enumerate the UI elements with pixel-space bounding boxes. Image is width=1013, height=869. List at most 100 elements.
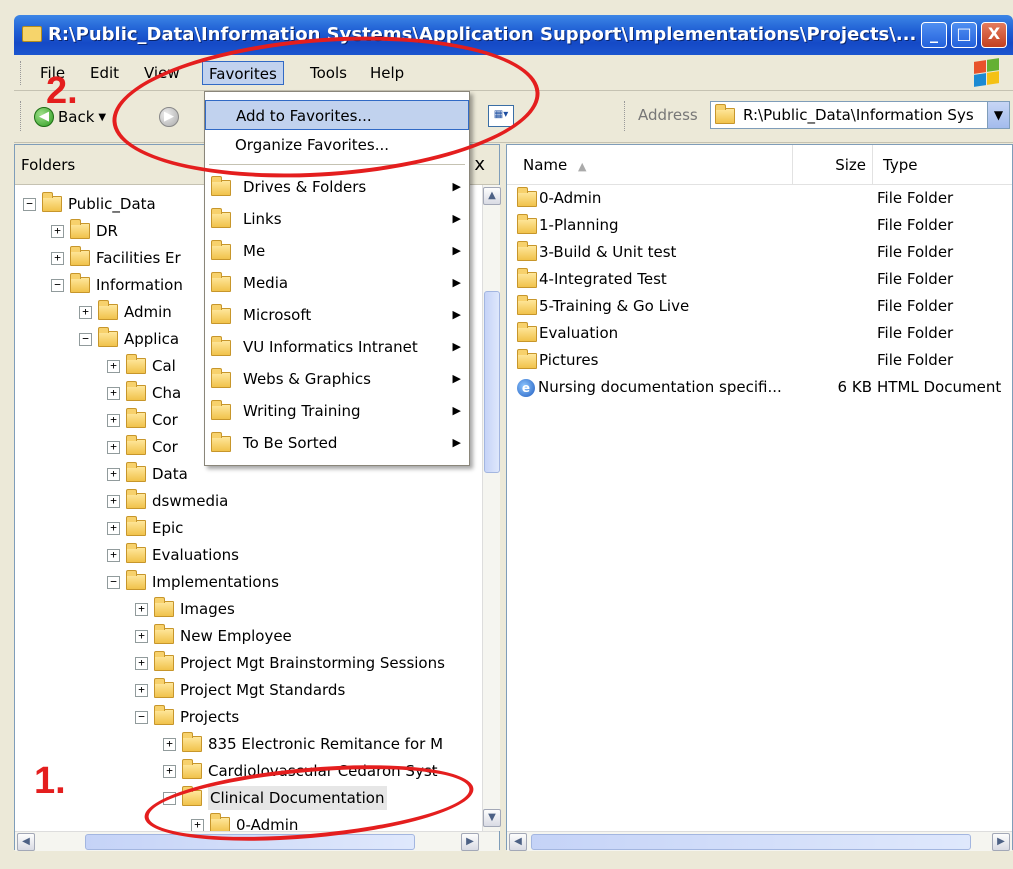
favorites-folder-item[interactable]: Media ▶ (205, 268, 469, 298)
expand-icon[interactable]: + (163, 764, 176, 778)
expand-icon[interactable]: + (79, 305, 92, 319)
minimize-button[interactable]: _ (921, 22, 947, 48)
folder-icon (211, 368, 231, 388)
tree-item[interactable]: + Evaluations (107, 542, 239, 568)
tree-item-label: New Employee (180, 627, 292, 645)
expand-icon[interactable]: + (135, 629, 148, 643)
file-row[interactable]: e Nursing documentation specifi... 6 KB HTM… (507, 374, 1012, 401)
folders-close-button[interactable]: x (474, 145, 485, 185)
expand-icon[interactable]: + (163, 737, 176, 751)
close-button[interactable]: X (981, 22, 1007, 48)
favorites-folder-item[interactable]: Links ▶ (205, 204, 469, 234)
tree-item[interactable]: − Applica (79, 326, 179, 352)
folder-icon (154, 705, 174, 725)
tree-item[interactable]: − Projects (135, 704, 239, 730)
file-row[interactable]: 3-Build & Unit test File Folder (507, 239, 1012, 266)
maximize-button[interactable]: □ (951, 22, 977, 48)
favorites-folder-item[interactable]: Drives & Folders ▶ (205, 172, 469, 202)
tree-item[interactable]: − Implementations (107, 569, 279, 595)
submenu-arrow-icon: ▶ (452, 212, 461, 225)
scroll-thumb[interactable] (484, 291, 500, 473)
menu-edit[interactable]: Edit (84, 61, 125, 85)
hscroll-thumb[interactable] (531, 834, 971, 850)
expand-icon[interactable]: + (107, 386, 120, 400)
tree-item[interactable]: + Images (135, 596, 235, 622)
expand-icon[interactable]: + (135, 656, 148, 670)
folder-icon (154, 678, 174, 698)
tree-item[interactable]: + DR (51, 218, 118, 244)
file-row[interactable]: 1-Planning File Folder (507, 212, 1012, 239)
folder-icon (211, 336, 231, 356)
file-row[interactable]: 5-Training & Go Live File Folder (507, 293, 1012, 320)
column-type[interactable]: Type (873, 145, 1012, 185)
folder-icon (70, 219, 90, 239)
tree-item[interactable]: + Cal (107, 353, 176, 379)
file-row[interactable]: 0-Admin File Folder (507, 185, 1012, 212)
back-dropdown-icon[interactable]: ▼ (98, 112, 106, 123)
tree-item[interactable]: + New Employee (135, 623, 292, 649)
tree-item[interactable]: − Information (51, 272, 183, 298)
file-row[interactable]: 4-Integrated Test File Folder (507, 266, 1012, 293)
expand-icon[interactable]: + (107, 521, 120, 535)
ie-icon: e (517, 378, 535, 397)
tree-item[interactable]: − Public_Data (23, 191, 156, 217)
folder-icon (98, 327, 118, 347)
scroll-up-button[interactable]: ▲ (483, 187, 501, 205)
tree-item[interactable]: + Cha (107, 380, 181, 406)
file-row[interactable]: Pictures File Folder (507, 347, 1012, 374)
folder-icon (126, 435, 146, 455)
scroll-right-button[interactable]: ▶ (461, 833, 479, 851)
submenu-arrow-icon: ▶ (452, 180, 461, 193)
collapse-icon[interactable]: − (135, 710, 148, 724)
tree-item[interactable]: + Epic (107, 515, 183, 541)
folder-icon (211, 432, 231, 452)
column-name[interactable]: Name ▲ (507, 145, 793, 185)
collapse-icon[interactable]: − (23, 197, 36, 211)
tree-item[interactable]: + Cor (107, 434, 178, 460)
scroll-left-button[interactable]: ◀ (509, 833, 527, 851)
collapse-icon[interactable]: − (79, 332, 92, 346)
expand-icon[interactable]: + (107, 440, 120, 454)
tree-item[interactable]: + dswmedia (107, 488, 228, 514)
file-type: File Folder (877, 243, 954, 261)
tree-item-label: Cor (152, 438, 178, 456)
folder-icon (517, 321, 537, 342)
files-horizontal-scrollbar[interactable]: ◀ ▶ (507, 831, 1012, 851)
collapse-icon[interactable]: − (107, 575, 120, 589)
favorites-folder-item[interactable]: Writing Training ▶ (205, 396, 469, 426)
expand-icon[interactable]: + (135, 683, 148, 697)
expand-icon[interactable]: + (107, 548, 120, 562)
expand-icon[interactable]: + (51, 224, 64, 238)
favorites-folder-item[interactable]: Microsoft ▶ (205, 300, 469, 330)
favorites-folder-item[interactable]: Me ▶ (205, 236, 469, 266)
expand-icon[interactable]: + (107, 494, 120, 508)
file-type: File Folder (877, 297, 954, 315)
favorites-folder-item[interactable]: To Be Sorted ▶ (205, 428, 469, 458)
tree-item-label: Evaluations (152, 546, 239, 564)
folders-vertical-scrollbar[interactable]: ▲ ▼ (482, 185, 501, 831)
expand-icon[interactable]: + (51, 251, 64, 265)
tree-item[interactable]: + Project Mgt Standards (135, 677, 345, 703)
tree-item[interactable]: + Data (107, 461, 188, 487)
folder-icon (22, 26, 42, 42)
scroll-left-button[interactable]: ◀ (17, 833, 35, 851)
address-dropdown-button[interactable]: ▼ (987, 102, 1009, 128)
expand-icon[interactable]: + (107, 413, 120, 427)
file-row[interactable]: Evaluation File Folder (507, 320, 1012, 347)
expand-icon[interactable]: + (107, 359, 120, 373)
tree-item[interactable]: + Facilities Er (51, 245, 181, 271)
favorites-folder-item[interactable]: VU Informatics Intranet ▶ (205, 332, 469, 362)
expand-icon[interactable]: + (107, 467, 120, 481)
tree-item[interactable]: +835 Electronic Remitance for M (163, 731, 443, 757)
scroll-down-button[interactable]: ▼ (483, 809, 501, 827)
address-field[interactable]: R:\Public_Data\Information Sys ▼ (710, 101, 1010, 129)
scroll-right-button[interactable]: ▶ (992, 833, 1010, 851)
tree-item[interactable]: + Project Mgt Brainstorming Sessions (135, 650, 445, 676)
expand-icon[interactable]: + (135, 602, 148, 616)
collapse-icon[interactable]: − (51, 278, 64, 292)
tree-item[interactable]: + Admin (79, 299, 172, 325)
favorites-folder-item[interactable]: Webs & Graphics ▶ (205, 364, 469, 394)
tree-item[interactable]: + Cor (107, 407, 178, 433)
folder-icon (517, 348, 537, 369)
column-size[interactable]: Size (793, 145, 873, 185)
